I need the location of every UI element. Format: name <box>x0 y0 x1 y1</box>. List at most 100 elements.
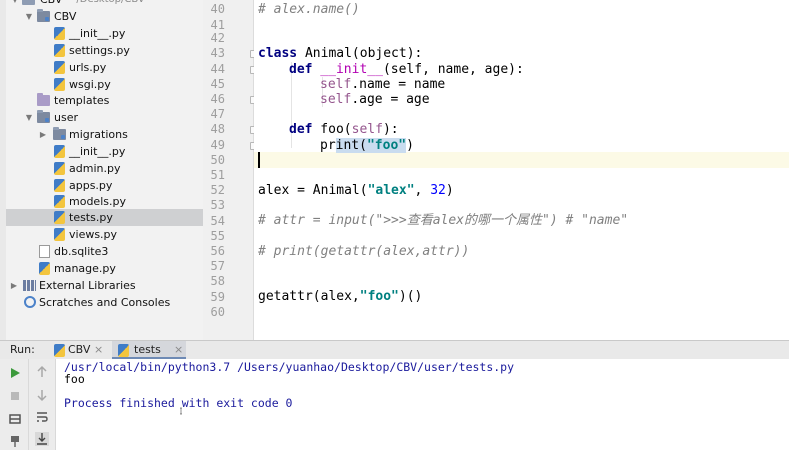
tree-item-label: CBV <box>40 0 62 8</box>
folder-icon <box>22 0 35 5</box>
code-text: ): <box>382 122 399 137</box>
tree-item-apps-py[interactable]: apps.py <box>6 177 203 194</box>
line-number: 48 <box>210 122 225 136</box>
arrow-up-icon[interactable] <box>35 365 49 379</box>
run-tab-label: tests <box>134 343 161 356</box>
tree-item-migrations[interactable]: ▶ migrations <box>6 126 203 143</box>
chevron-right-icon[interactable]: ▶ <box>9 277 19 294</box>
current-line-highlight <box>254 152 789 168</box>
console-line-output: foo <box>64 372 85 386</box>
chevron-down-icon[interactable]: ▼ <box>24 109 34 126</box>
line-number: 47 <box>210 107 225 121</box>
console-line-command: /usr/local/bin/python3.7 /Users/yuanhao/… <box>64 360 515 374</box>
tree-item-db-sqlite3[interactable]: db.sqlite3 <box>6 243 203 260</box>
tree-item-user[interactable]: ▼ user <box>6 109 203 126</box>
line-number: 42 <box>210 31 225 45</box>
tree-item-path: ~/Desktop/CBV <box>68 0 145 8</box>
code-line-49: print("foo") <box>320 138 414 153</box>
tree-item-label: admin.py <box>69 162 121 175</box>
arrow-down-icon[interactable] <box>35 388 49 402</box>
tree-item-wsgi-py[interactable]: wsgi.py <box>6 76 203 93</box>
run-console-output[interactable]: /usr/local/bin/python3.7 /Users/yuanhao/… <box>56 359 789 450</box>
pin-icon[interactable] <box>8 434 22 448</box>
tree-item-external-libraries[interactable]: ▶ External Libraries <box>6 277 203 294</box>
tree-item-label: manage.py <box>54 262 116 275</box>
run-tab-cbv[interactable]: CBV × <box>50 341 106 359</box>
layout-icon[interactable] <box>8 412 22 426</box>
line-number: 53 <box>210 198 225 212</box>
tree-item-label: CBV <box>54 10 77 23</box>
chevron-right-icon[interactable]: ▶ <box>38 126 48 143</box>
code-line-40: # alex.name() <box>258 2 360 17</box>
scratches-icon <box>24 296 36 308</box>
tree-item-label: settings.py <box>69 44 130 57</box>
tree-item-label: user <box>54 111 78 124</box>
code-line-54: # attr = input(">>>查看alex的哪一个属性") # "nam… <box>258 213 629 228</box>
tree-item-label: urls.py <box>69 61 107 74</box>
tree-item-templates[interactable]: templates <box>6 92 203 109</box>
chevron-down-icon[interactable]: ▼ <box>24 8 34 25</box>
line-number: 52 <box>210 183 225 197</box>
line-number: 40 <box>210 2 225 16</box>
line-number: 49 <box>210 138 225 152</box>
tree-item-models-py[interactable]: models.py <box>6 193 203 210</box>
tree-item-label: __init__.py <box>69 27 126 40</box>
code-line-45: self.name = name <box>320 77 445 92</box>
tree-item-cbv-root[interactable]: ▼ CBV ~/Desktop/CBV <box>6 0 203 8</box>
keyword-class: class <box>258 46 298 61</box>
tree-item-settings-py[interactable]: settings.py <box>6 42 203 59</box>
tree-item-scratches[interactable]: Scratches and Consoles <box>6 294 203 311</box>
string-token: "foo" <box>359 289 399 304</box>
line-number: 45 <box>210 77 225 91</box>
keyword-def: def <box>289 62 313 77</box>
soft-wrap-icon[interactable] <box>35 410 49 424</box>
code-text: ) <box>406 138 414 153</box>
tree-item-cbv-package[interactable]: ▼ CBV <box>6 8 203 25</box>
scroll-to-end-icon[interactable] <box>35 432 49 446</box>
python-file-icon <box>54 344 65 357</box>
run-tab-tests[interactable]: tests × <box>112 341 186 359</box>
line-number: 55 <box>210 229 225 243</box>
run-tab-label: CBV <box>68 343 91 356</box>
run-label: Run: <box>10 343 35 356</box>
code-line-48: def foo(self): <box>289 122 399 137</box>
code-text: getattr(alex, <box>258 289 360 304</box>
tree-item-manage-py[interactable]: manage.py <box>6 260 203 277</box>
line-number: 43 <box>210 46 225 60</box>
close-icon[interactable]: × <box>94 343 103 356</box>
python-file-icon <box>54 44 65 57</box>
python-file-icon <box>54 78 65 91</box>
line-number: 60 <box>210 305 225 319</box>
line-number: 59 <box>210 290 225 304</box>
code-text: ) <box>445 183 454 198</box>
line-number: 58 <box>210 274 225 288</box>
close-icon[interactable]: × <box>174 343 183 356</box>
tree-item-label: __init__.py <box>69 145 126 158</box>
stop-icon[interactable] <box>8 389 22 403</box>
selected-text: int( <box>335 138 367 153</box>
code-text: Animal(object): <box>297 46 423 61</box>
tree-item-views-py[interactable]: views.py <box>6 226 203 243</box>
code-line-52: alex = Animal("alex", 32) <box>258 183 454 198</box>
tree-item-user-init-py[interactable]: __init__.py <box>6 143 203 160</box>
number-token: 32 <box>430 183 446 198</box>
code-text: (self, name, age): <box>382 62 524 77</box>
code-text: alex = Animal( <box>258 183 368 198</box>
project-tree: ▼ CBV ~/Desktop/CBV ▼ CBV __init__.py se… <box>6 0 203 340</box>
code-line-56: # print(getattr(alex,attr)) <box>258 244 470 259</box>
string-token: "alex" <box>367 183 415 198</box>
chevron-down-icon[interactable]: ▼ <box>10 0 20 8</box>
code-editor[interactable]: # alex.name() class Animal(object): def … <box>254 0 789 340</box>
line-number: 46 <box>210 92 225 106</box>
tree-item-admin-py[interactable]: admin.py <box>6 160 203 177</box>
tree-item-label: tests.py <box>69 211 113 224</box>
tree-item-init-py[interactable]: __init__.py <box>6 25 203 42</box>
run-icon[interactable] <box>8 366 22 380</box>
python-file-icon <box>54 179 65 192</box>
code-text: foo( <box>312 122 352 137</box>
tree-item-label: db.sqlite3 <box>54 245 109 258</box>
tree-item-urls-py[interactable]: urls.py <box>6 59 203 76</box>
tree-item-label: Scratches and Consoles <box>39 296 171 309</box>
selected-string: "foo" <box>366 138 407 153</box>
tree-item-tests-py[interactable]: tests.py <box>6 209 203 226</box>
